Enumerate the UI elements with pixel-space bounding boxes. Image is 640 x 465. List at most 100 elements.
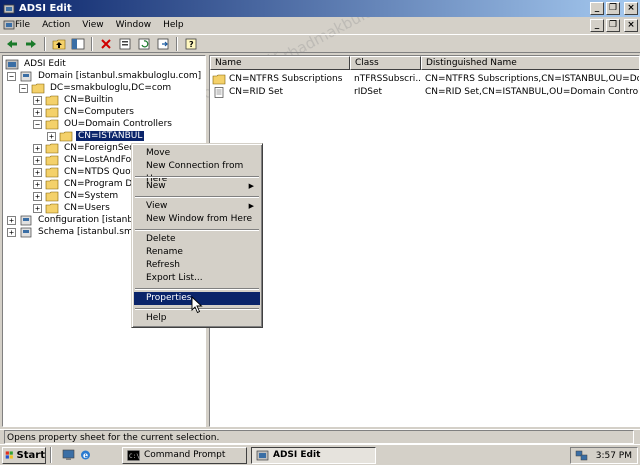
menu-item-rename[interactable]: Rename xyxy=(134,246,260,259)
delete-button[interactable] xyxy=(98,36,114,51)
command-prompt-icon: C:\ xyxy=(127,449,140,461)
show-desktop-icon[interactable] xyxy=(62,449,75,461)
up-folder-icon xyxy=(52,39,66,49)
menu-item-refresh[interactable]: Refresh xyxy=(134,259,260,272)
result-list-pane[interactable]: Name Class Distinguished Name CN=NTFRS S… xyxy=(209,55,640,427)
folder-icon xyxy=(212,74,226,84)
menu-separator xyxy=(135,176,259,178)
expand-toggle[interactable]: + xyxy=(33,203,42,213)
tree-node-builtin[interactable]: + CN=Builtin xyxy=(33,94,115,106)
network-icon[interactable] xyxy=(575,450,588,461)
tree-node-system[interactable]: + CN=System xyxy=(33,190,120,202)
menu-item-view[interactable]: View ▶ xyxy=(134,200,260,213)
menu-item-new-connection[interactable]: New Connection from Here xyxy=(134,160,260,184)
menu-item-delete[interactable]: Delete xyxy=(134,233,260,246)
expand-toggle[interactable]: + xyxy=(47,131,56,141)
folder-icon xyxy=(45,95,59,105)
show-hide-tree-button[interactable] xyxy=(70,36,86,51)
console-icon[interactable] xyxy=(3,19,15,31)
collapse-toggle[interactable]: − xyxy=(19,83,28,93)
toolbar-separator xyxy=(176,36,178,51)
taskbar-button-command-prompt[interactable]: C:\ Command Prompt xyxy=(122,446,247,464)
export-list-button[interactable] xyxy=(155,36,171,51)
internet-explorer-icon[interactable]: e xyxy=(79,449,92,461)
export-list-icon xyxy=(157,38,168,49)
up-one-level-button[interactable] xyxy=(51,36,67,51)
menu-window[interactable]: Window xyxy=(116,20,152,30)
delete-x-icon xyxy=(101,38,111,49)
collapse-toggle[interactable]: − xyxy=(7,71,16,81)
list-header: Name Class Distinguished Name xyxy=(210,56,639,70)
expand-toggle[interactable]: + xyxy=(7,227,16,237)
tree-node-dc[interactable]: − DC=smakbuloglu,DC=com xyxy=(19,82,173,94)
collapse-toggle[interactable]: − xyxy=(33,119,42,129)
menu-action[interactable]: Action xyxy=(42,20,70,30)
tree-node-istanbul[interactable]: + CN=ISTANBUL xyxy=(47,130,146,142)
list-item[interactable]: CN=RID Set rIDSet CN=RID Set,CN=ISTANBUL… xyxy=(210,86,639,98)
console-tree-icon xyxy=(71,38,85,49)
menu-bar: File Action View Window Help _ ❐ × xyxy=(0,17,640,33)
forward-button[interactable] xyxy=(23,36,39,51)
tree-node-computers[interactable]: + CN=Computers xyxy=(33,106,136,118)
folder-icon xyxy=(45,119,59,129)
configuration-icon xyxy=(20,215,32,225)
menu-item-export-list[interactable]: Export List... xyxy=(134,272,260,285)
expand-toggle[interactable]: + xyxy=(33,179,42,189)
windows-logo-icon xyxy=(5,451,13,459)
menu-help[interactable]: Help xyxy=(163,20,184,30)
list-item[interactable]: CN=NTFRS Subscriptions nTFRSSubscri... C… xyxy=(210,73,639,85)
column-header-dn[interactable]: Distinguished Name xyxy=(421,56,639,70)
toolbar: ? xyxy=(0,34,640,53)
tree-node-domain[interactable]: − Domain [istanbul.smakbuloglu.com] xyxy=(7,70,203,82)
clock[interactable]: 3:57 PM xyxy=(596,451,632,461)
restore-button[interactable]: ❐ xyxy=(606,2,620,15)
toolbar-separator xyxy=(91,36,93,51)
title-bar: ADSI Edit _ ❐ × xyxy=(0,0,640,17)
toolbar-separator xyxy=(44,36,46,51)
adsi-edit-icon xyxy=(3,4,15,13)
menu-item-new-window[interactable]: New Window from Here xyxy=(134,213,260,226)
svg-text:C:\: C:\ xyxy=(129,453,140,460)
column-header-class[interactable]: Class xyxy=(350,56,421,70)
mdi-close-button[interactable]: × xyxy=(624,19,638,32)
column-header-name[interactable]: Name xyxy=(210,56,350,70)
tree-node-ntds-quotas[interactable]: + CN=NTDS Quotas xyxy=(33,166,146,178)
menu-file[interactable]: File xyxy=(15,20,30,30)
expand-toggle[interactable]: + xyxy=(33,143,42,153)
submenu-arrow-icon: ▶ xyxy=(248,202,254,210)
properties-button[interactable] xyxy=(117,36,133,51)
minimize-button[interactable]: _ xyxy=(590,2,604,15)
folder-icon xyxy=(45,179,59,189)
mdi-restore-button[interactable]: ❐ xyxy=(606,19,620,32)
tree-node-domain-controllers[interactable]: − OU=Domain Controllers xyxy=(33,118,174,130)
refresh-button[interactable] xyxy=(136,36,152,51)
menu-item-move[interactable]: Move xyxy=(134,147,260,160)
expand-toggle[interactable]: + xyxy=(33,107,42,117)
expand-toggle[interactable]: + xyxy=(7,215,16,225)
tree-root[interactable]: ADSI Edit xyxy=(5,58,68,70)
menu-view[interactable]: View xyxy=(82,20,103,30)
document-icon xyxy=(214,86,224,98)
status-text: Opens property sheet for the current sel… xyxy=(4,430,634,444)
start-button[interactable]: Start xyxy=(2,446,46,464)
mdi-minimize-button[interactable]: _ xyxy=(590,19,604,32)
taskbar-button-adsi-edit[interactable]: ADSI Edit xyxy=(251,446,376,464)
help-button[interactable]: ? xyxy=(183,36,199,51)
refresh-icon xyxy=(138,38,149,49)
tree-root-label: ADSI Edit xyxy=(24,59,66,69)
taskbar: Start e C:\ Command Prompt ADSI Edit 3:5… xyxy=(0,444,640,465)
back-arrow-icon xyxy=(7,39,17,48)
expand-toggle[interactable]: + xyxy=(33,191,42,201)
back-button[interactable] xyxy=(4,36,20,51)
expand-toggle[interactable]: + xyxy=(33,155,42,165)
folder-icon xyxy=(45,167,59,177)
close-button[interactable]: × xyxy=(624,2,638,15)
domain-icon xyxy=(20,71,32,81)
expand-toggle[interactable]: + xyxy=(33,95,42,105)
folder-icon xyxy=(59,131,73,141)
menu-item-new[interactable]: New ▶ xyxy=(134,180,260,193)
expand-toggle[interactable]: + xyxy=(33,167,42,177)
svg-text:?: ? xyxy=(189,40,194,49)
tree-node-users[interactable]: + CN=Users xyxy=(33,202,112,214)
folder-icon xyxy=(31,83,45,93)
